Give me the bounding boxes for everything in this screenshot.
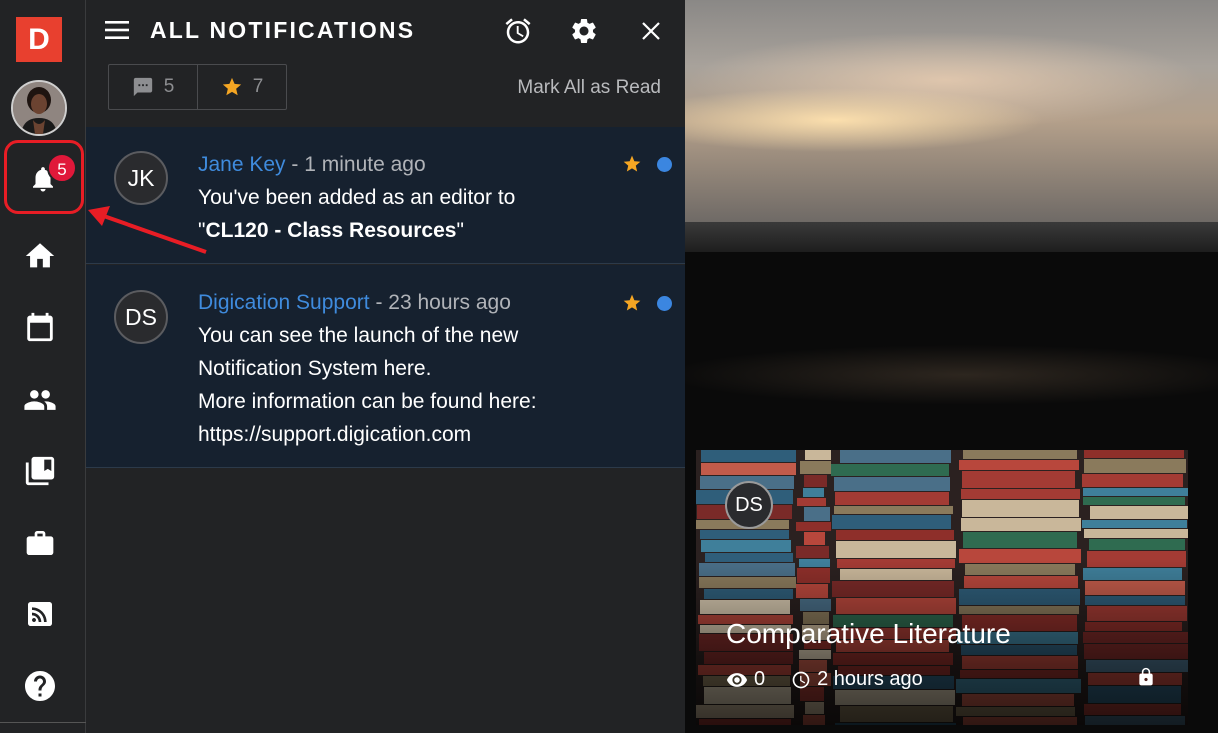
portfolio-card[interactable]: DS Comparative Literature 0 2 hours ago xyxy=(696,450,1188,725)
notification-text: More information can be found here: xyxy=(198,390,537,413)
notification-body: Digication Support - 23 hours ago You ca… xyxy=(198,286,618,451)
panel-title: ALL NOTIFICATIONS xyxy=(150,17,416,43)
rail-item-calendar[interactable] xyxy=(0,297,80,357)
notification-header: Digication Support - 23 hours ago xyxy=(198,286,618,319)
gear-icon xyxy=(572,18,596,43)
alarm-icon xyxy=(505,18,531,44)
notification-item[interactable]: JK Jane Key - 1 minute ago You've been a… xyxy=(86,127,685,264)
eye-icon xyxy=(726,672,748,687)
snooze-button[interactable] xyxy=(501,14,535,48)
cover-shadow xyxy=(685,222,1218,252)
unread-indicator[interactable] xyxy=(657,157,672,172)
card-title[interactable]: Comparative Literature xyxy=(726,618,1011,650)
filter-group: 5 7 xyxy=(108,64,287,110)
book-icon xyxy=(25,456,55,486)
card-views: 0 xyxy=(754,668,766,690)
help-icon xyxy=(25,671,55,701)
mark-all-read-button[interactable]: Mark All as Read xyxy=(517,77,661,99)
settings-button[interactable] xyxy=(567,14,601,48)
clock-icon xyxy=(792,671,810,688)
notification-body: Jane Key - 1 minute ago You've been adde… xyxy=(198,148,618,247)
menu-icon[interactable] xyxy=(104,19,130,46)
unread-indicator[interactable] xyxy=(657,296,672,311)
notification-text: You've been added as an editor to xyxy=(198,186,516,209)
close-button[interactable] xyxy=(634,14,668,48)
rail-item-work[interactable] xyxy=(0,513,80,573)
starred-filter[interactable]: 7 xyxy=(197,65,286,109)
app-logo[interactable]: D xyxy=(16,17,62,62)
left-rail: D 5 xyxy=(0,0,86,733)
quote-close: " xyxy=(456,219,464,242)
rail-divider xyxy=(0,722,86,723)
notification-resource-name[interactable]: CL120 - Class Resources xyxy=(205,219,456,242)
cover-image xyxy=(685,0,1218,222)
background-haze xyxy=(685,340,1218,410)
rail-item-portfolio[interactable] xyxy=(0,441,80,501)
calendar-icon xyxy=(27,312,53,342)
card-meta: 0 2 hours ago xyxy=(726,668,923,691)
background-page: DS Comparative Literature 0 2 hours ago xyxy=(685,0,1218,733)
star-icon[interactable] xyxy=(622,293,642,313)
star-icon xyxy=(222,77,241,96)
notification-separator: - xyxy=(369,291,389,314)
panel-header: ALL NOTIFICATIONS xyxy=(86,0,685,60)
star-icon[interactable] xyxy=(622,154,642,174)
lock-icon xyxy=(1136,666,1156,693)
notification-resource: "CL120 - Class Resources" xyxy=(198,214,618,247)
rail-item-help[interactable] xyxy=(0,656,80,716)
rail-item-home[interactable] xyxy=(0,226,80,286)
notification-avatar: JK xyxy=(114,151,168,205)
notifications-highlight[interactable]: 5 xyxy=(4,140,84,214)
home-icon xyxy=(25,243,55,268)
starred-count: 7 xyxy=(252,76,264,97)
notification-item[interactable]: DS Digication Support - 23 hours ago You… xyxy=(86,265,685,468)
rss-icon xyxy=(28,602,52,626)
comments-count: 5 xyxy=(163,76,175,97)
notification-text: You can see the launch of the new xyxy=(198,324,519,347)
briefcase-icon xyxy=(26,531,54,555)
notification-text: Notification System here. xyxy=(198,357,432,380)
comment-icon xyxy=(133,77,152,97)
comments-filter[interactable]: 5 xyxy=(109,65,197,109)
card-author-avatar: DS xyxy=(725,481,773,529)
notification-author[interactable]: Digication Support xyxy=(198,291,370,314)
notification-author[interactable]: Jane Key xyxy=(198,153,286,176)
rail-item-people[interactable] xyxy=(0,370,80,430)
notification-time: 23 hours ago xyxy=(388,291,511,314)
notification-link[interactable]: https://support.digication.com xyxy=(198,418,618,451)
notification-separator: - xyxy=(285,153,305,176)
notification-header: Jane Key - 1 minute ago xyxy=(198,148,618,181)
rail-item-feed[interactable] xyxy=(0,584,80,644)
close-icon xyxy=(642,22,660,40)
card-time: 2 hours ago xyxy=(817,668,923,690)
notifications-panel: ALL NOTIFICATIONS 5 7 Mark All as Read J… xyxy=(86,0,685,733)
people-icon xyxy=(24,390,56,410)
notification-avatar: DS xyxy=(114,290,168,344)
user-avatar[interactable] xyxy=(11,80,67,136)
notification-time: 1 minute ago xyxy=(304,153,426,176)
notification-count-badge: 5 xyxy=(47,153,77,183)
